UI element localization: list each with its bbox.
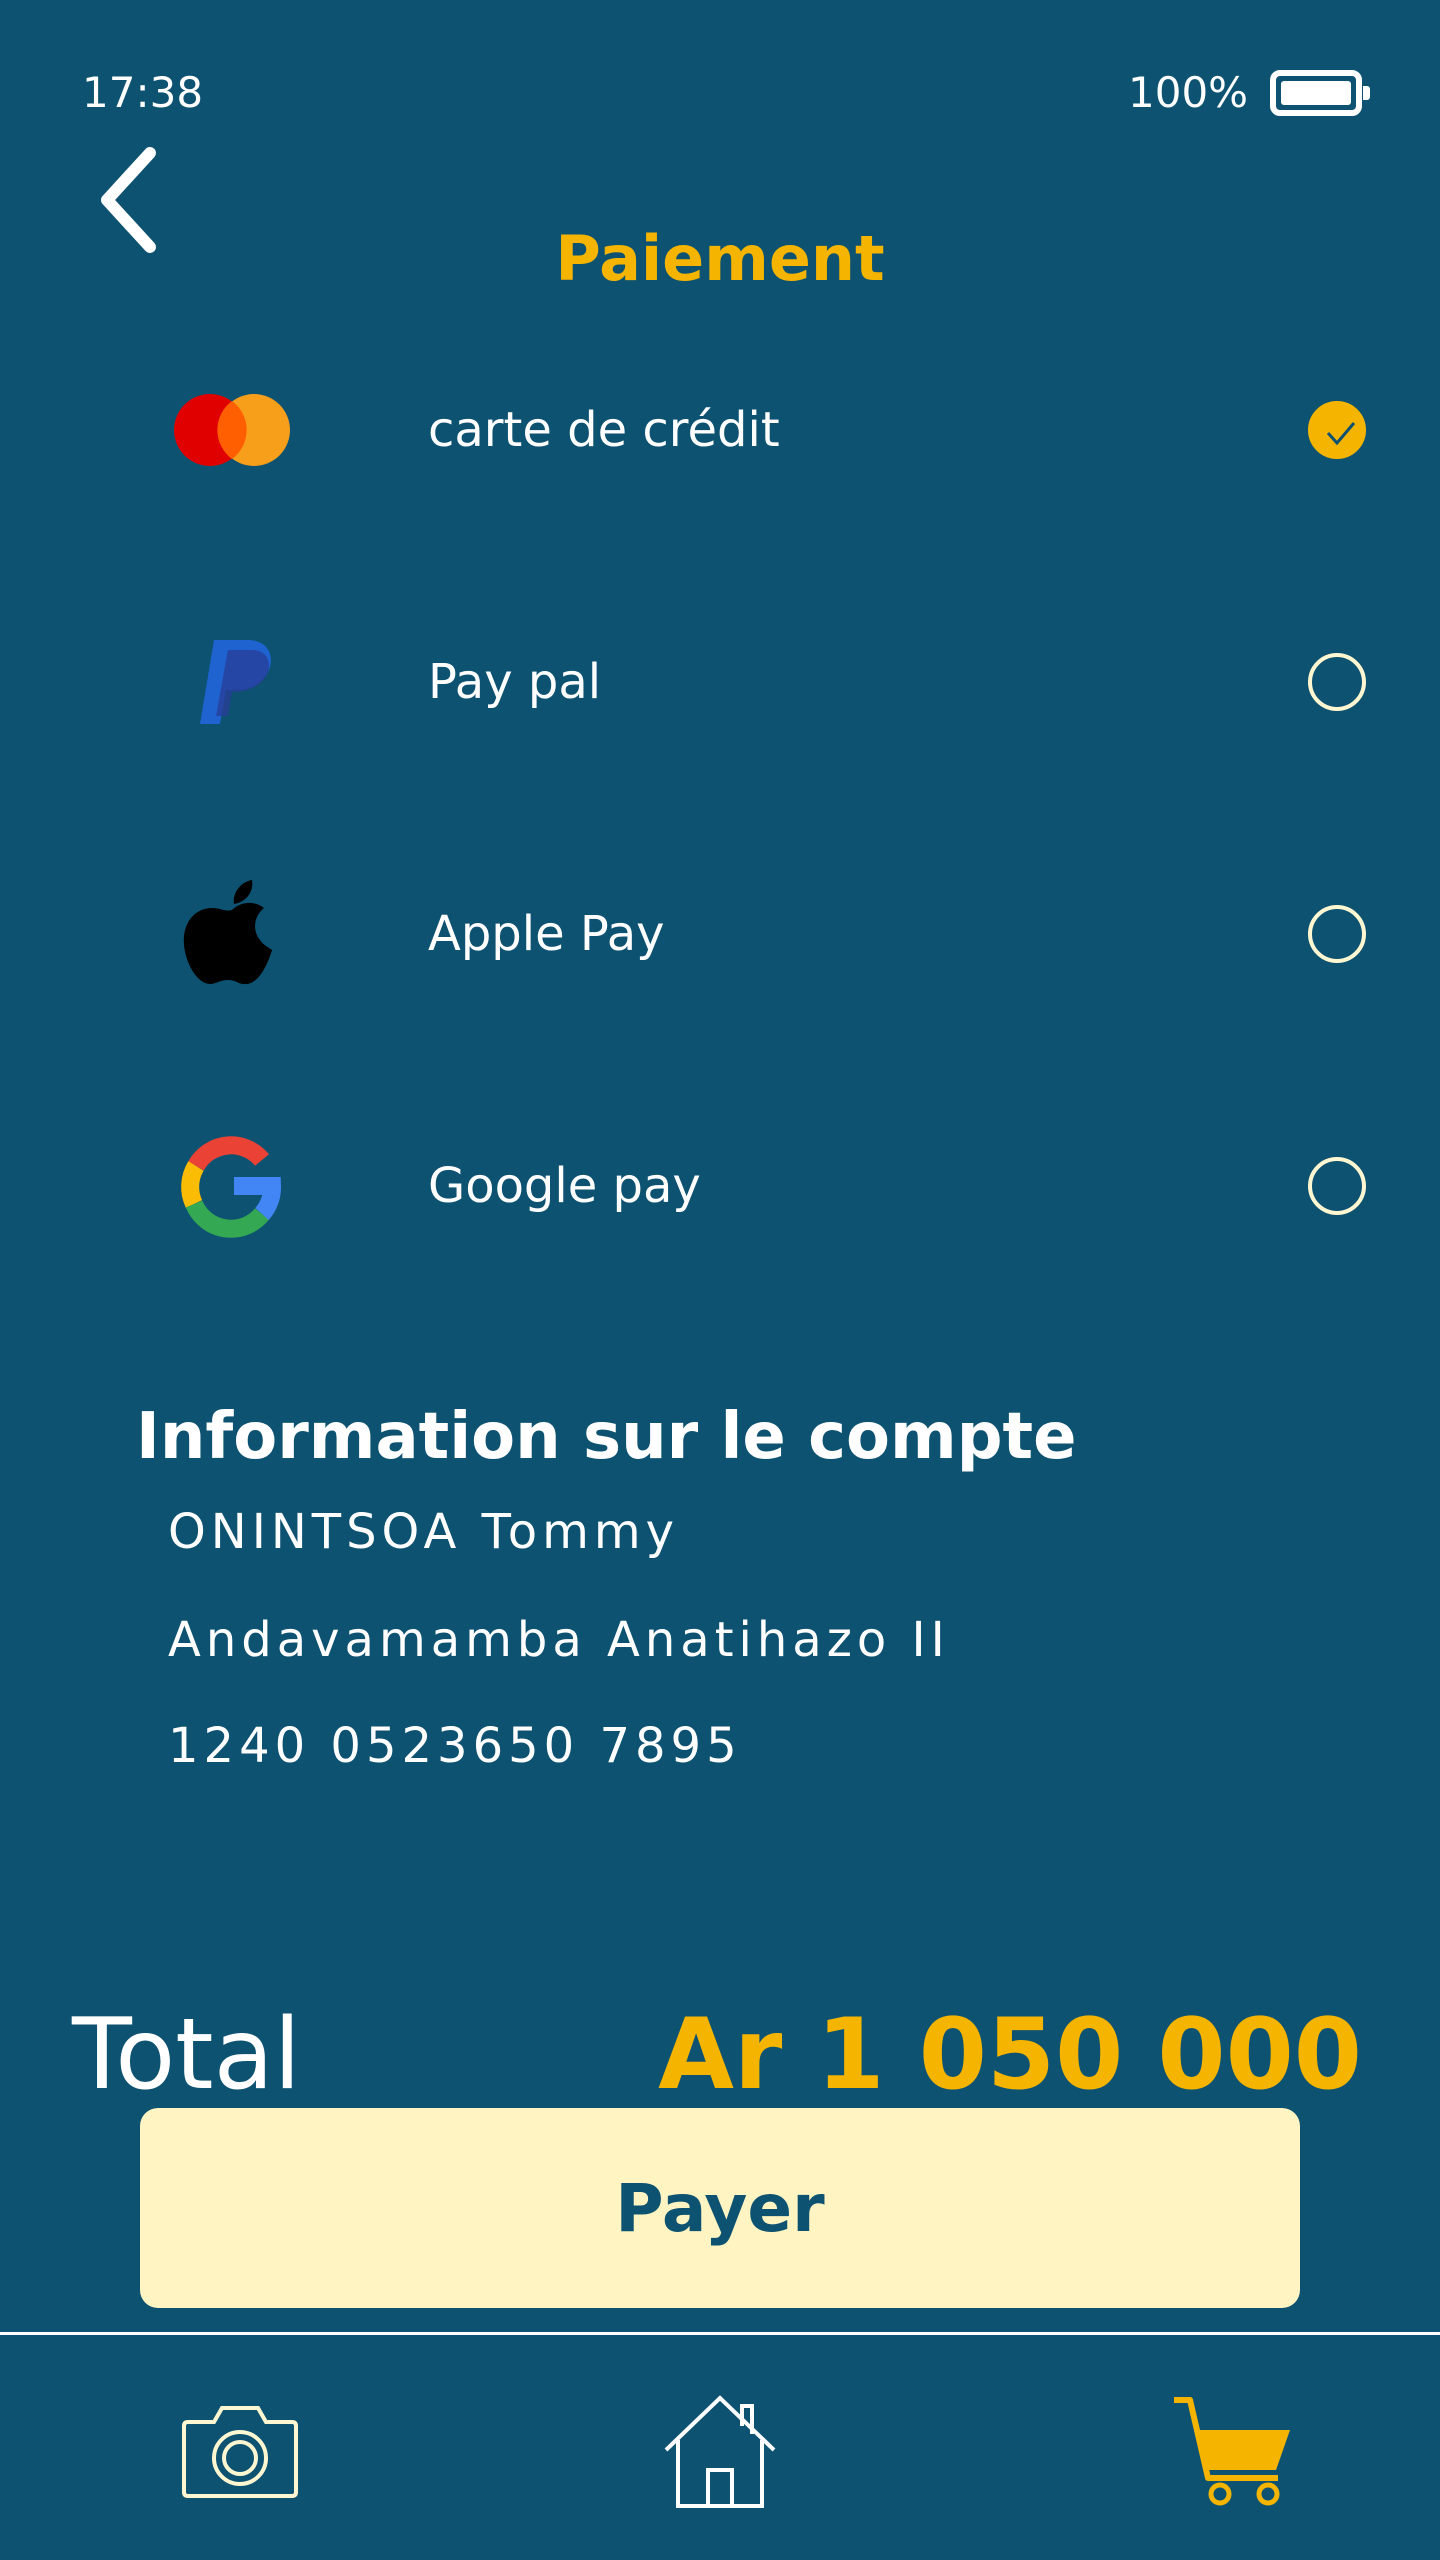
status-time: 17:38	[82, 68, 204, 117]
battery-percentage: 100%	[1128, 68, 1249, 117]
total-label: Total	[72, 1998, 301, 2112]
cart-icon	[1174, 2397, 1290, 2506]
payment-option-label: Pay pal	[428, 654, 602, 710]
account-address: Andavamamba Anatihazo II	[168, 1612, 950, 1668]
mastercard-icon	[170, 368, 294, 492]
apple-icon	[170, 872, 294, 996]
bottom-nav-divider	[0, 2332, 1440, 2335]
account-info-title: Information sur le compte	[136, 1400, 1077, 1474]
battery-icon	[1270, 70, 1370, 116]
radio-unselected[interactable]	[1308, 905, 1366, 963]
home-icon	[664, 2395, 776, 2508]
radio-selected[interactable]	[1308, 401, 1366, 459]
account-name: ONINTSOA Tommy	[168, 1504, 680, 1560]
radio-unselected[interactable]	[1308, 653, 1366, 711]
pay-button[interactable]: Payer	[140, 2108, 1300, 2308]
account-number: 1240 0523650 7895	[168, 1718, 742, 1774]
radio-unselected[interactable]	[1308, 1157, 1366, 1215]
check-icon	[1326, 422, 1356, 446]
total-value: Ar 1 050 000	[658, 1998, 1362, 2112]
pay-button-label: Payer	[615, 2169, 825, 2247]
payment-option-label: Apple Pay	[428, 906, 665, 962]
nav-camera[interactable]	[170, 2380, 310, 2520]
nav-cart[interactable]	[1160, 2380, 1300, 2520]
payment-option-apple-pay[interactable]: Apple Pay	[0, 834, 1440, 1034]
camera-icon	[182, 2406, 298, 2498]
page-title: Paiement	[555, 222, 885, 295]
payment-option-credit-card[interactable]: carte de crédit	[0, 330, 1440, 530]
paypal-icon	[170, 620, 294, 744]
payment-option-label: carte de crédit	[428, 402, 780, 458]
payment-option-google-pay[interactable]: Google pay	[0, 1086, 1440, 1286]
payment-option-paypal[interactable]: Pay pal	[0, 582, 1440, 782]
nav-home[interactable]	[650, 2380, 790, 2520]
google-icon	[170, 1124, 294, 1248]
payment-option-label: Google pay	[428, 1158, 701, 1214]
